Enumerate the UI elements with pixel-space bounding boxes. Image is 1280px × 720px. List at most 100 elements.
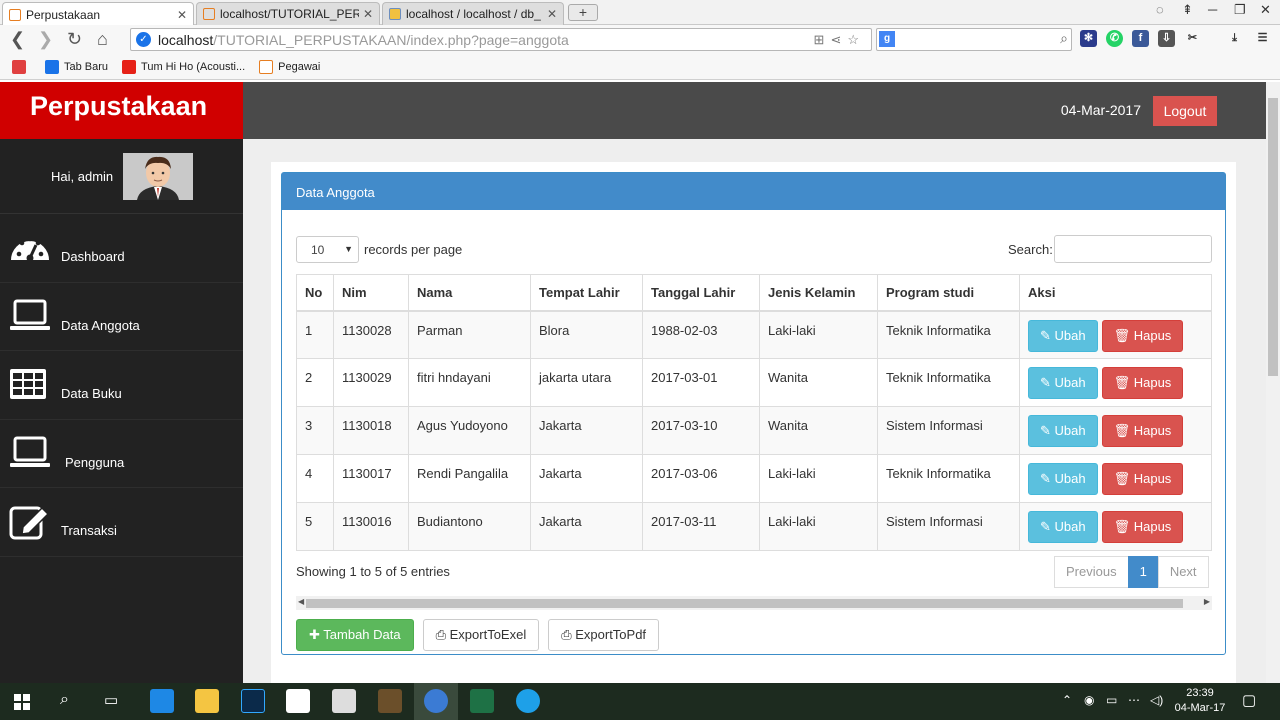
window-close-icon[interactable]: ✕ xyxy=(1260,2,1271,18)
sidebar-item-data-anggota[interactable]: Data Anggota xyxy=(0,283,243,351)
trash-icon: 🗑 xyxy=(1113,327,1134,343)
site-info-icon[interactable]: ✓ xyxy=(136,32,151,47)
edit-button[interactable]: ✎ Ubah xyxy=(1028,463,1098,495)
excel-icon[interactable] xyxy=(470,689,494,713)
col-tanggal-lahir[interactable]: Tanggal Lahir xyxy=(642,274,760,312)
table-row: 4 1130017 Rendi Pangalila Jakarta 2017-0… xyxy=(296,454,1212,503)
taskbar-clock[interactable]: 23:39 04-Mar-17 xyxy=(1174,686,1226,716)
translate-share-bookmark-icons[interactable]: ⊞⋖☆ xyxy=(814,32,865,48)
horizontal-scrollbar[interactable]: ◀ ▶ xyxy=(296,596,1212,610)
battery-icon[interactable]: ▭ xyxy=(1106,693,1117,707)
internet-explorer-icon[interactable] xyxy=(516,689,540,713)
cell-program-studi: Sistem Informasi xyxy=(877,406,1020,455)
plus-icon: ✚ xyxy=(309,627,324,642)
bookmark-tab-baru[interactable]: Tab Baru xyxy=(45,60,108,74)
scroll-right-icon[interactable]: ▶ xyxy=(1204,597,1210,606)
sidebar-item-transaksi[interactable]: Transaksi xyxy=(0,488,243,557)
scrollbar-thumb[interactable] xyxy=(1268,98,1278,376)
delete-button[interactable]: 🗑 Hapus xyxy=(1101,319,1184,352)
home-icon[interactable]: ⌂ xyxy=(97,29,108,50)
tab-perpustakaan[interactable]: Perpustakaan ✕ xyxy=(2,2,194,26)
extension-icon[interactable]: ✻ xyxy=(1080,30,1097,47)
delete-button[interactable]: 🗑 Hapus xyxy=(1101,415,1184,447)
menu-icon[interactable]: ☰ xyxy=(1254,30,1271,47)
file-explorer-icon[interactable] xyxy=(195,689,219,713)
edit-button[interactable]: ✎ Ubah xyxy=(1028,367,1098,399)
scroll-left-icon[interactable]: ◀ xyxy=(298,597,304,606)
search-input[interactable] xyxy=(1054,235,1212,263)
minimize-icon[interactable]: ─ xyxy=(1208,2,1217,17)
volume-icon[interactable]: ◁) xyxy=(1150,693,1163,707)
sidebar-item-dashboard[interactable]: Dashboard xyxy=(0,214,243,283)
close-icon[interactable]: ✕ xyxy=(363,7,373,21)
download-icon[interactable]: ⤓ xyxy=(1226,30,1243,47)
new-tab-button[interactable]: + xyxy=(568,4,598,21)
network-icon[interactable]: ⋯ xyxy=(1128,693,1140,707)
col-no[interactable]: No xyxy=(296,274,334,312)
sidebar-item-pengguna[interactable]: Pengguna xyxy=(0,420,243,488)
brand-title[interactable]: Perpustakaan xyxy=(0,82,243,139)
photoshop-icon[interactable] xyxy=(241,689,265,713)
forward-icon[interactable]: ❯ xyxy=(38,29,53,50)
vertical-scrollbar[interactable] xyxy=(1266,82,1280,683)
export-excel-button[interactable]: ⎙ ExportToExel xyxy=(422,619,540,651)
scrollbar-thumb[interactable] xyxy=(306,599,1183,608)
chevron-up-icon[interactable]: ⌃ xyxy=(1062,693,1072,707)
current-date: 04-Mar-2017 xyxy=(1060,102,1141,118)
task-view-icon[interactable]: ▭ xyxy=(104,691,118,709)
apps-icon[interactable] xyxy=(12,60,31,74)
downloader-icon[interactable]: ⇩ xyxy=(1158,30,1175,47)
search-label: Search: xyxy=(1008,242,1053,257)
scissors-icon[interactable]: ✂ xyxy=(1184,30,1201,47)
next-page-button[interactable]: Next xyxy=(1157,556,1209,588)
col-jenis-kelamin[interactable]: Jenis Kelamin xyxy=(759,274,878,312)
edit-button[interactable]: ✎ Ubah xyxy=(1028,511,1098,543)
photos-icon[interactable] xyxy=(332,689,356,713)
whatsapp-icon[interactable]: ✆ xyxy=(1106,30,1123,47)
restore-icon[interactable]: ❐ xyxy=(1234,2,1246,18)
tab-tutorial[interactable]: localhost/TUTORIAL_PERP ✕ xyxy=(196,2,380,25)
delete-label: Hapus xyxy=(1133,519,1172,534)
reload-icon[interactable]: ↻ xyxy=(67,29,82,50)
col-nim[interactable]: Nim xyxy=(333,274,409,312)
google-search-box[interactable]: g ⌕ xyxy=(876,28,1072,51)
col-program-studi[interactable]: Program studi xyxy=(877,274,1020,312)
close-icon[interactable]: ✕ xyxy=(547,7,557,21)
col-nama[interactable]: Nama xyxy=(408,274,531,312)
pin-icon[interactable]: ⇞ xyxy=(1182,2,1193,18)
cell-aksi: ✎ Ubah 🗑 Hapus xyxy=(1019,358,1212,407)
close-icon[interactable]: ✕ xyxy=(177,8,187,22)
edit-button[interactable]: ✎ Ubah xyxy=(1028,319,1098,352)
profile-icon[interactable]: ◌ xyxy=(1156,2,1164,17)
facebook-icon[interactable]: f xyxy=(1132,30,1149,47)
previous-page-button[interactable]: Previous xyxy=(1054,556,1129,588)
logout-button[interactable]: Logout xyxy=(1153,96,1217,126)
search-icon[interactable]: ⌕ xyxy=(1060,30,1068,47)
sidebar-item-data-buku[interactable]: Data Buku xyxy=(0,351,243,420)
bookmark-pegawai[interactable]: Pegawai xyxy=(259,60,320,74)
add-label: Tambah Data xyxy=(323,627,401,642)
back-icon[interactable]: ❮ xyxy=(10,29,25,50)
delete-button[interactable]: 🗑 Hapus xyxy=(1101,367,1184,399)
add-data-button[interactable]: ✚ Tambah Data xyxy=(296,619,414,651)
sublime-icon[interactable] xyxy=(378,689,402,713)
col-aksi[interactable]: Aksi xyxy=(1019,274,1212,312)
tray-app-icon[interactable]: ◉ xyxy=(1084,693,1094,707)
windows-start-icon[interactable] xyxy=(14,694,30,710)
records-per-page-select[interactable]: 10 ▼ xyxy=(296,236,359,263)
chrome-icon[interactable] xyxy=(424,689,448,713)
amazon-icon[interactable] xyxy=(286,689,310,713)
edge-icon[interactable] xyxy=(150,689,174,713)
export-pdf-button[interactable]: ⎙ ExportToPdf xyxy=(548,619,660,651)
search-icon[interactable]: ⌕ xyxy=(60,691,69,709)
page-1-button[interactable]: 1 xyxy=(1127,556,1159,588)
col-tempat-lahir[interactable]: Tempat Lahir xyxy=(530,274,643,312)
delete-button[interactable]: 🗑 Hapus xyxy=(1101,463,1184,495)
delete-button[interactable]: 🗑 Hapus xyxy=(1101,511,1184,543)
tab-phpmyadmin[interactable]: localhost / localhost / db_ ✕ xyxy=(382,2,564,25)
notifications-icon[interactable]: ▢ xyxy=(1242,691,1256,709)
cell-aksi: ✎ Ubah 🗑 Hapus xyxy=(1019,406,1212,455)
bookmark-tum-hi-ho[interactable]: Tum Hi Ho (Acousti... xyxy=(122,60,245,74)
edit-button[interactable]: ✎ Ubah xyxy=(1028,415,1098,447)
url-input[interactable]: ✓ localhost/TUTORIAL_PERPUSTAKAAN/index.… xyxy=(130,28,872,51)
